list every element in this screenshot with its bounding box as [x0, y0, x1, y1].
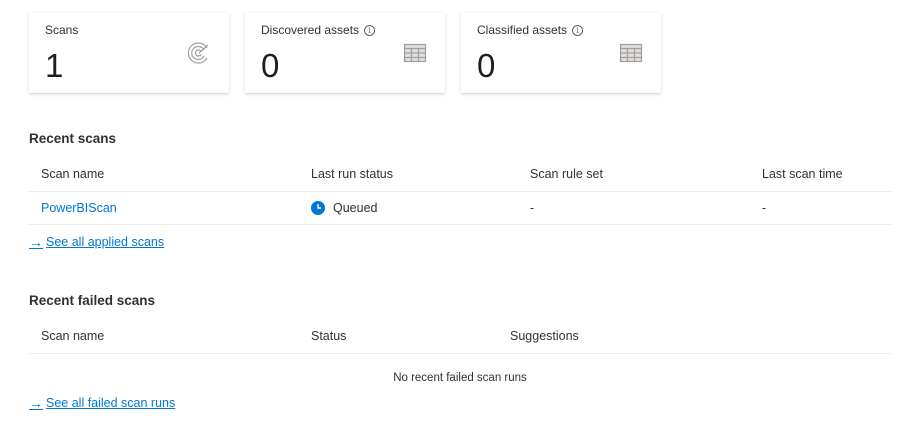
failed-scans-header: Scan name Status Suggestions: [29, 318, 891, 354]
scan-radar-icon: [187, 42, 209, 64]
arrow-right-icon: →: [29, 395, 43, 411]
see-all-failed-scan-runs-link[interactable]: → See all failed scan runs: [29, 396, 175, 410]
classified-assets-card: Classified assets i 0: [461, 13, 661, 93]
classified-assets-label: Classified assets i: [477, 23, 584, 37]
classified-assets-value: 0: [477, 47, 496, 84]
see-all-applied-scans-link[interactable]: → See all applied scans: [29, 235, 164, 249]
recent-scans-header: Scan name Last run status Scan rule set …: [29, 156, 891, 192]
column-last-run-status[interactable]: Last run status: [311, 156, 393, 191]
empty-state-message: No recent failed scan runs: [393, 372, 527, 384]
scans-card-value: 1: [45, 47, 64, 84]
recent-failed-scans-title: Recent failed scans: [29, 293, 156, 308]
column-suggestions[interactable]: Suggestions: [510, 318, 579, 353]
column-scan-name[interactable]: Scan name: [41, 156, 104, 191]
column-status[interactable]: Status: [311, 318, 346, 353]
scan-name-link[interactable]: PowerBIScan: [41, 201, 117, 215]
discovered-assets-label: Discovered assets i: [261, 23, 376, 37]
last-scan-time-cell: -: [762, 201, 767, 215]
queued-clock-icon: [311, 201, 325, 215]
table-grid-icon: [403, 43, 427, 63]
scans-card: Scans 1: [29, 13, 229, 93]
scans-card-label: Scans: [45, 23, 79, 37]
table-row[interactable]: PowerBIScan Queued - -: [29, 192, 891, 225]
rule-set-cell: -: [530, 201, 535, 215]
discovered-assets-card: Discovered assets i 0: [245, 13, 445, 93]
info-icon[interactable]: i: [364, 24, 376, 36]
recent-scans-title: Recent scans: [29, 131, 117, 146]
info-icon[interactable]: i: [572, 24, 584, 36]
column-scan-name[interactable]: Scan name: [41, 318, 104, 353]
column-scan-rule-set[interactable]: Scan rule set: [530, 156, 603, 191]
column-last-scan-time[interactable]: Last scan time: [762, 156, 843, 191]
arrow-right-icon: →: [29, 234, 43, 250]
discovered-assets-value: 0: [261, 47, 280, 84]
status-cell: Queued: [311, 192, 377, 224]
status-text: Queued: [333, 201, 378, 215]
table-grid-icon: [619, 43, 643, 63]
